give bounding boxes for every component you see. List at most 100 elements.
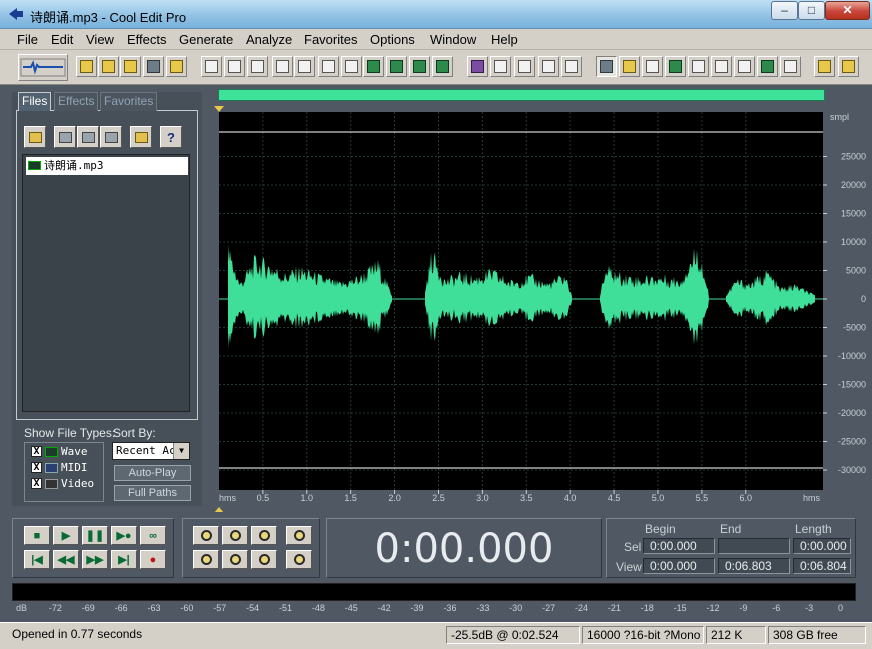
level-tick-label: -39 xyxy=(410,603,424,613)
sel-row-label: Sel xyxy=(624,540,642,554)
level-tick-label: -36 xyxy=(443,603,457,613)
status-free-space: 308 GB free xyxy=(768,626,866,644)
zoom-full-icon xyxy=(258,530,270,541)
record-button[interactable]: ● xyxy=(140,550,166,569)
y-tick-label: 0 xyxy=(861,294,866,304)
zoom-left-icon xyxy=(200,554,212,565)
level-tick-label: -45 xyxy=(344,603,358,613)
play-to-end-button[interactable]: ▶● xyxy=(111,526,137,545)
status-size: 212 K xyxy=(706,626,766,644)
y-tick-label: -10000 xyxy=(838,351,866,361)
y-tick-label: -25000 xyxy=(838,437,866,447)
level-tick-label: -63 xyxy=(147,603,161,613)
x-tick-label: 3.5 xyxy=(520,493,533,503)
level-tick-label: -42 xyxy=(377,603,391,613)
x-tick-label: 4.5 xyxy=(608,493,621,503)
zoom-in-horizontal-button[interactable] xyxy=(193,526,219,545)
time-display: 0:00.000 xyxy=(330,522,598,577)
waveform-display[interactable]: 25000 20000 15000 10000 5000 0 -5000 -10000 -150… xyxy=(0,0,872,520)
x-tick-label: 0.5 xyxy=(257,493,270,503)
y-tick-label: -15000 xyxy=(838,380,866,390)
level-tick-label: -15 xyxy=(673,603,687,613)
y-tick-label: 20000 xyxy=(841,180,866,190)
y-tick-label: -20000 xyxy=(838,408,866,418)
x-tick-label: 2.0 xyxy=(388,493,401,503)
x-tick-label: 1.0 xyxy=(301,493,314,503)
pause-button[interactable]: ❚❚ xyxy=(82,526,108,545)
x-tick-label: 3.0 xyxy=(476,493,489,503)
view-row-label: View xyxy=(616,560,642,574)
view-end-field[interactable]: 0:06.803 xyxy=(718,558,790,574)
level-tick-label: -33 xyxy=(476,603,490,613)
zoom-in-vertical-button[interactable] xyxy=(286,526,312,545)
length-header: Length xyxy=(795,522,832,536)
level-tick-label: -48 xyxy=(311,603,325,613)
status-bar: Opened in 0.77 seconds -25.5dB @ 0:02.52… xyxy=(0,622,872,649)
play-button[interactable]: ▶ xyxy=(53,526,79,545)
level-tick-label: -21 xyxy=(607,603,621,613)
x-tick-label: 5.0 xyxy=(652,493,665,503)
view-begin-field[interactable]: 0:00.000 xyxy=(643,558,715,574)
x-tick-label: 2.5 xyxy=(432,493,445,503)
level-tick-label: -51 xyxy=(279,603,293,613)
level-tick-label: -30 xyxy=(509,603,523,613)
cool-edit-window: 诗朗诵.mp3 - Cool Edit Pro – □ ✕ File Edit … xyxy=(0,0,872,649)
end-header: End xyxy=(720,522,742,536)
zoom-right-icon xyxy=(229,554,241,565)
sel-begin-field[interactable]: 0:00.000 xyxy=(643,538,715,554)
y-tick-label: 10000 xyxy=(841,237,866,247)
level-tick-label: -9 xyxy=(739,603,748,613)
x-tick-label: 4.0 xyxy=(564,493,577,503)
go-to-start-button[interactable]: |◀ xyxy=(24,550,50,569)
rewind-button[interactable]: ◀◀ xyxy=(53,550,79,569)
level-tick-label: -6 xyxy=(772,603,781,613)
y-tick-label: 15000 xyxy=(841,209,866,219)
level-tick-label: -60 xyxy=(180,603,194,613)
zoom-full-button[interactable] xyxy=(251,526,277,545)
level-tick-label: -66 xyxy=(114,603,128,613)
level-tick-label: -12 xyxy=(706,603,720,613)
zoom-out-vertical-icon xyxy=(293,554,305,565)
level-tick-label: -27 xyxy=(542,603,556,613)
y-axis-ruler: 25000 20000 15000 10000 5000 0 -5000 -10000 -150… xyxy=(823,152,866,475)
zoom-out-icon xyxy=(229,530,241,541)
sel-end-field[interactable] xyxy=(718,538,790,554)
y-unit-label: smpl xyxy=(830,112,849,122)
x-tick-label: 1.5 xyxy=(344,493,357,503)
fast-forward-button[interactable]: ▶▶ xyxy=(82,550,108,569)
stop-button[interactable]: ■ xyxy=(24,526,50,545)
zoom-out-vertical-button[interactable] xyxy=(286,550,312,569)
y-tick-label: -5000 xyxy=(843,323,866,333)
zoom-selection-button[interactable] xyxy=(251,550,277,569)
level-tick-label: -24 xyxy=(574,603,588,613)
time-unit-label-right: hms xyxy=(803,493,821,503)
y-tick-label: 25000 xyxy=(841,152,866,162)
level-tick-label: -57 xyxy=(213,603,227,613)
zoom-out-horizontal-button[interactable] xyxy=(222,526,248,545)
y-tick-label: -30000 xyxy=(838,465,866,475)
status-cursor: -25.5dB @ 0:02.524 xyxy=(446,626,580,644)
level-tick-label: -72 xyxy=(48,603,62,613)
status-message: Opened in 0.77 seconds xyxy=(12,627,143,641)
zoom-in-icon xyxy=(200,530,212,541)
start-marker-icon[interactable] xyxy=(214,106,224,112)
level-tick-label: -54 xyxy=(246,603,260,613)
level-tick-label: -18 xyxy=(640,603,654,613)
zoom-selection-icon xyxy=(258,554,270,565)
zoom-to-left-button[interactable] xyxy=(193,550,219,569)
go-to-end-button[interactable]: ▶| xyxy=(111,550,137,569)
x-axis-ruler: 0.5 1.0 1.5 2.0 2.5 3.0 3.5 4.0 4.5 5.0 5.5 6.0 xyxy=(257,490,752,503)
y-tick-label: 5000 xyxy=(846,266,866,276)
time-unit-label-left: hms xyxy=(219,493,237,503)
zoom-to-right-button[interactable] xyxy=(222,550,248,569)
level-tick-label: 0 xyxy=(838,603,844,613)
loop-button[interactable]: ∞ xyxy=(140,526,166,545)
x-tick-label: 6.0 xyxy=(740,493,753,503)
sel-length-field[interactable]: 0:00.000 xyxy=(793,538,851,554)
level-tick-label: dB xyxy=(16,603,28,613)
view-length-field[interactable]: 0:06.804 xyxy=(793,558,851,574)
begin-header: Begin xyxy=(645,522,676,536)
zoom-in-vertical-icon xyxy=(293,530,305,541)
level-meter[interactable] xyxy=(12,583,856,601)
level-tick-label: -69 xyxy=(81,603,95,613)
